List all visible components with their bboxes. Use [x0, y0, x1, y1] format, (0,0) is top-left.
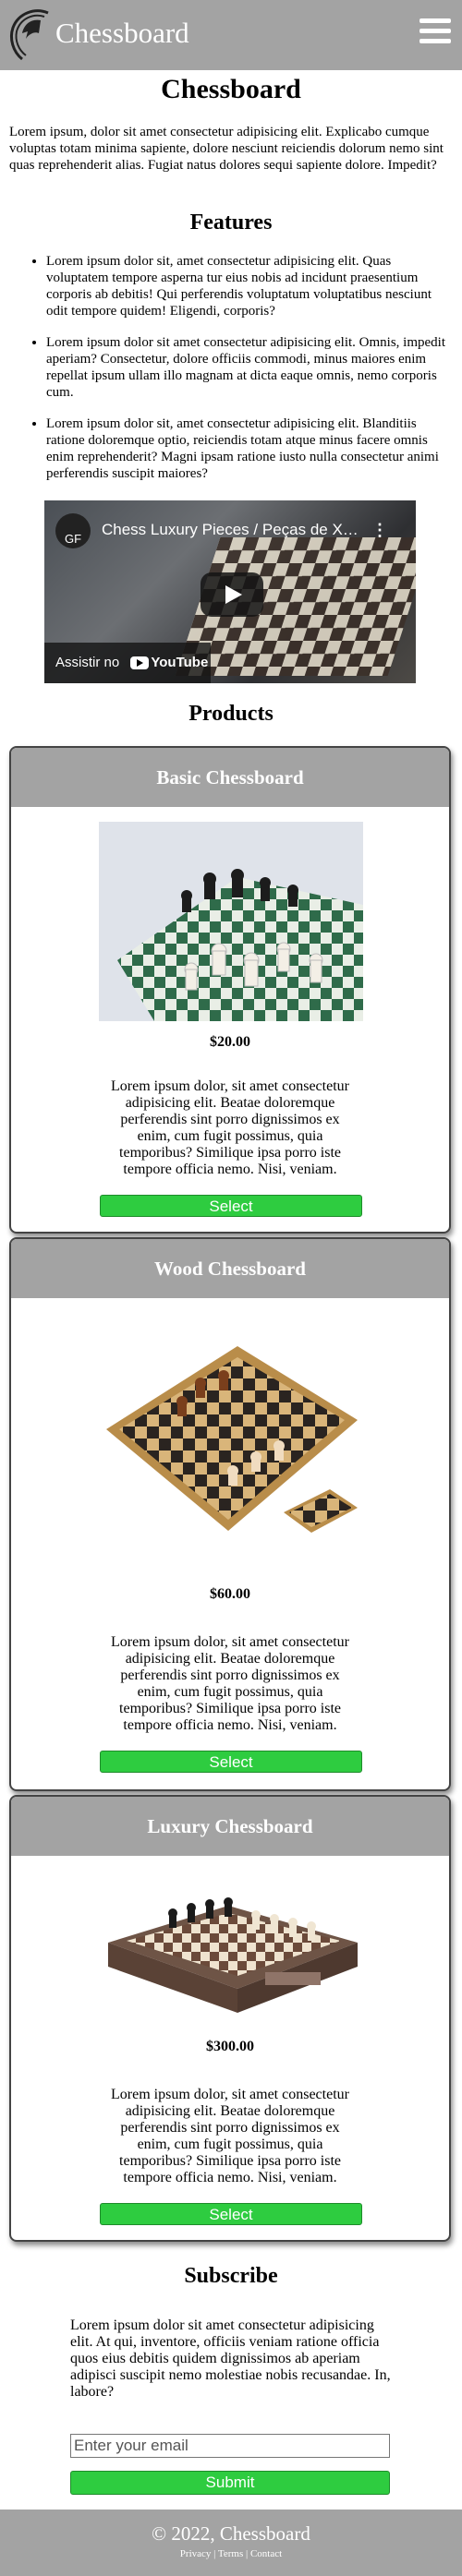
- watch-on-youtube-button[interactable]: Assistir no YouTube: [44, 643, 211, 683]
- luxury-chessboard-image: [99, 1869, 363, 2013]
- select-button[interactable]: Select: [100, 1195, 362, 1217]
- email-input[interactable]: Enter your email: [70, 2434, 390, 2458]
- product-card: Wood Chessboard $60.00 Lorem ipsum dolor…: [9, 1237, 451, 1791]
- wood-chessboard-image: [99, 1318, 363, 1570]
- video-title[interactable]: Chess Luxury Pieces / Peças de Xadrez de…: [102, 521, 360, 539]
- product-description: Lorem ipsum dolor, sit amet consectetur …: [111, 1634, 349, 1733]
- copyright-text: © 2022, Chessboard: [152, 2522, 310, 2545]
- footer-links: Privacy | Terms | Contact: [0, 2548, 462, 2559]
- privacy-link[interactable]: Privacy: [180, 2548, 212, 2559]
- youtube-video-embed[interactable]: GF Chess Luxury Pieces / Peças de Xadrez…: [44, 500, 416, 683]
- feature-item: Lorem ipsum dolor sit, amet consectetur …: [46, 415, 453, 482]
- link-separator: |: [213, 2548, 216, 2559]
- youtube-logo-icon: [130, 656, 150, 670]
- subscribe-title: Subscribe: [184, 2264, 278, 2288]
- channel-avatar[interactable]: GF: [55, 513, 91, 548]
- product-name: Basic Chessboard: [11, 748, 449, 807]
- basic-chessboard-image: [99, 822, 363, 1021]
- select-button[interactable]: Select: [100, 1751, 362, 1773]
- watch-on-label: Assistir no: [55, 655, 120, 670]
- more-options-icon[interactable]: ⋮: [371, 521, 388, 540]
- features-list: Lorem ipsum dolor sit, amet consectetur …: [9, 253, 453, 497]
- feature-item: Lorem ipsum dolor sit, amet consectetur …: [46, 253, 453, 319]
- product-price: $300.00: [206, 2039, 254, 2054]
- features-title: Features: [189, 211, 273, 235]
- product-card: Basic Chessboard $20.00 Lorem ipsum dolo…: [9, 746, 451, 1234]
- subscribe-text: Lorem ipsum dolor sit amet consectetur a…: [70, 2317, 391, 2400]
- product-name: Luxury Chessboard: [11, 1797, 449, 1856]
- product-description: Lorem ipsum dolor, sit amet consectetur …: [111, 1078, 349, 1177]
- contact-link[interactable]: Contact: [250, 2548, 282, 2559]
- product-description: Lorem ipsum dolor, sit amet consectetur …: [111, 2087, 349, 2185]
- product-name: Wood Chessboard: [11, 1239, 449, 1298]
- terms-link[interactable]: Terms: [218, 2548, 243, 2559]
- play-button[interactable]: [201, 572, 263, 617]
- site-footer: © 2022, Chessboard Privacy | Terms | Con…: [0, 2510, 462, 2576]
- product-card: Luxury Chessboard $300.00 Lorem ipsum do…: [9, 1795, 451, 2242]
- product-price: $60.00: [210, 1586, 250, 1602]
- feature-item: Lorem ipsum dolor sit amet consectetur a…: [46, 334, 453, 401]
- intro-text: Lorem ipsum, dolor sit amet consectetur …: [9, 125, 444, 173]
- link-separator: |: [246, 2548, 249, 2559]
- product-price: $20.00: [210, 1034, 250, 1050]
- select-button[interactable]: Select: [100, 2203, 362, 2225]
- youtube-label: YouTube: [151, 655, 209, 671]
- page-title: Chessboard: [161, 74, 301, 104]
- products-title: Products: [188, 702, 274, 726]
- submit-button[interactable]: Submit: [70, 2471, 390, 2495]
